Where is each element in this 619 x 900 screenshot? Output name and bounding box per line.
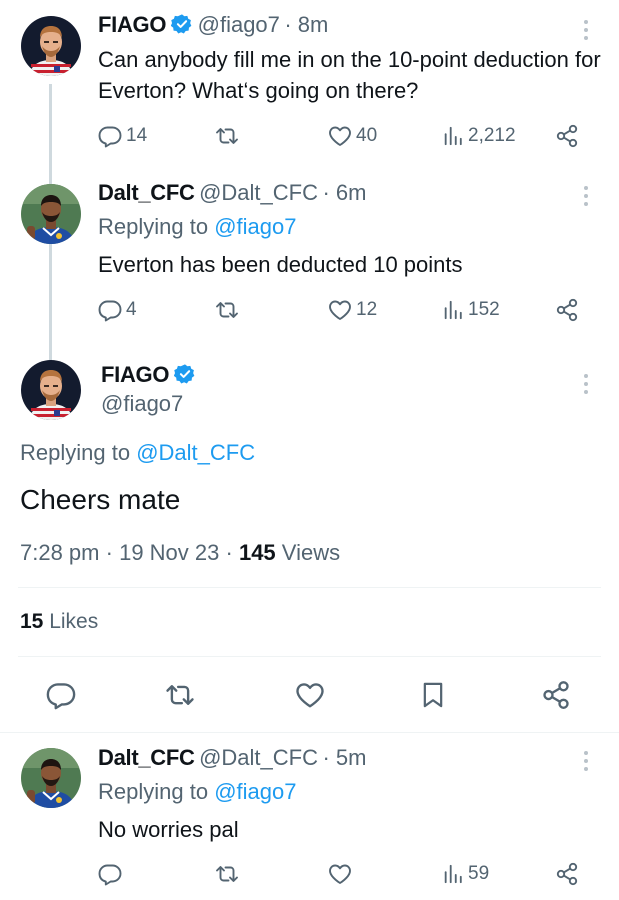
- main-author: FIAGO: [101, 362, 196, 390]
- retweet-button[interactable]: [214, 124, 240, 148]
- retweet-icon: [164, 680, 196, 710]
- divider: [18, 587, 601, 588]
- retweet-icon: [214, 124, 240, 148]
- avatar-dalt[interactable]: [21, 748, 81, 808]
- like-button[interactable]: [295, 680, 325, 710]
- like-icon: [328, 124, 352, 148]
- share-button[interactable]: [555, 862, 579, 886]
- mention-link[interactable]: @Dalt_CFC: [136, 440, 255, 465]
- retweet-button[interactable]: [214, 862, 240, 886]
- views-icon: [442, 298, 464, 322]
- like-button[interactable]: [328, 862, 352, 886]
- avatar-fiago[interactable]: [21, 360, 81, 420]
- views-button[interactable]: 59: [442, 862, 489, 886]
- retweet-button[interactable]: [214, 298, 240, 322]
- views-icon: [442, 124, 464, 148]
- author-name[interactable]: FIAGO: [101, 362, 169, 387]
- views-count: 152: [468, 299, 500, 320]
- views-count: 59: [468, 863, 490, 884]
- avatar-dalt[interactable]: [21, 184, 81, 244]
- reply-icon: [46, 680, 76, 710]
- likes-label: Likes: [49, 610, 99, 633]
- main-tweet-text: Cheers mate: [20, 484, 181, 515]
- meta-separator: ·: [105, 540, 113, 565]
- share-icon: [555, 124, 579, 148]
- replying-prefix: Replying to: [98, 779, 209, 804]
- more-icon[interactable]: [584, 751, 590, 771]
- author-name[interactable]: Dalt_CFC: [98, 745, 195, 770]
- reply-count: 14: [126, 125, 148, 146]
- mention-link[interactable]: @fiago7: [214, 779, 296, 804]
- share-icon: [541, 680, 571, 710]
- likes-summary[interactable]: 15 Likes: [20, 610, 98, 634]
- reply-count: 4: [126, 299, 137, 320]
- author-name[interactable]: Dalt_CFC: [98, 180, 195, 205]
- like-count: 12: [356, 299, 378, 320]
- tweet1-text: Can anybody fill me in on the 10-point d…: [98, 47, 601, 103]
- bookmark-button[interactable]: [419, 680, 447, 710]
- share-button[interactable]: [555, 298, 579, 322]
- reply-button[interactable]: [98, 862, 122, 886]
- views-count: 145: [238, 540, 276, 565]
- bookmark-icon: [419, 680, 447, 710]
- views-label: Views: [281, 540, 341, 565]
- author-handle[interactable]: @Dalt_CFC: [199, 745, 318, 770]
- like-button[interactable]: 12: [328, 298, 377, 322]
- share-button[interactable]: [555, 124, 579, 148]
- divider: [18, 656, 601, 657]
- replying-to: Replying to @Dalt_CFC: [20, 440, 255, 466]
- more-icon[interactable]: [584, 374, 590, 394]
- tweet-time[interactable]: · 5m: [322, 745, 366, 770]
- author-handle[interactable]: @Dalt_CFC: [199, 180, 318, 205]
- meta-separator: ·: [225, 540, 233, 565]
- tweet-meta: 7:28 pm · 19 Nov 23 · 145 Views: [20, 540, 340, 566]
- like-icon: [328, 862, 352, 886]
- share-icon: [555, 298, 579, 322]
- like-icon: [328, 298, 352, 322]
- tweet-date[interactable]: 19 Nov 23: [119, 540, 219, 565]
- author-handle[interactable]: @fiago7: [198, 12, 280, 37]
- verified-badge-icon: [174, 363, 196, 390]
- tweet3-text: No worries pal: [98, 817, 239, 842]
- like-icon: [295, 680, 325, 710]
- more-icon[interactable]: [584, 20, 590, 40]
- likes-count: 15: [20, 610, 44, 633]
- author-name[interactable]: FIAGO: [98, 12, 166, 37]
- reply-icon: [98, 124, 122, 148]
- reply-icon: [98, 298, 122, 322]
- tweet-time[interactable]: · 8m: [284, 12, 328, 37]
- tweet3-header: Dalt_CFC @Dalt_CFC · 5m: [98, 745, 366, 771]
- views-button[interactable]: 152: [442, 298, 500, 322]
- reply-button[interactable]: 4: [98, 298, 137, 322]
- author-handle[interactable]: @fiago7: [101, 391, 183, 417]
- replying-prefix: Replying to: [20, 440, 131, 465]
- reply-button[interactable]: [46, 680, 76, 710]
- like-count: 40: [356, 125, 378, 146]
- tweet2-header: Dalt_CFC @Dalt_CFC · 6m: [98, 180, 366, 206]
- mention-link[interactable]: @fiago7: [214, 214, 296, 239]
- share-button[interactable]: [541, 680, 571, 710]
- views-button[interactable]: 2,212: [442, 124, 516, 148]
- replying-to: Replying to @fiago7: [98, 779, 296, 805]
- more-icon[interactable]: [584, 186, 590, 206]
- reply-button[interactable]: 14: [98, 124, 147, 148]
- verified-badge-icon: [171, 13, 193, 40]
- views-icon: [442, 862, 464, 886]
- replying-to: Replying to @fiago7: [98, 214, 296, 240]
- tweet-time[interactable]: · 6m: [322, 180, 366, 205]
- avatar-fiago[interactable]: [21, 16, 81, 76]
- tweet-time[interactable]: 7:28 pm: [20, 540, 100, 565]
- retweet-button[interactable]: [164, 680, 196, 710]
- reply-icon: [98, 862, 122, 886]
- retweet-icon: [214, 862, 240, 886]
- tweet2-text: Everton has been deducted 10 points: [98, 252, 463, 277]
- like-button[interactable]: 40: [328, 124, 377, 148]
- divider: [0, 732, 619, 733]
- replying-prefix: Replying to: [98, 214, 209, 239]
- share-icon: [555, 862, 579, 886]
- tweet1-header: FIAGO @fiago7 · 8m: [98, 12, 328, 40]
- retweet-icon: [214, 298, 240, 322]
- views-count: 2,212: [468, 125, 516, 146]
